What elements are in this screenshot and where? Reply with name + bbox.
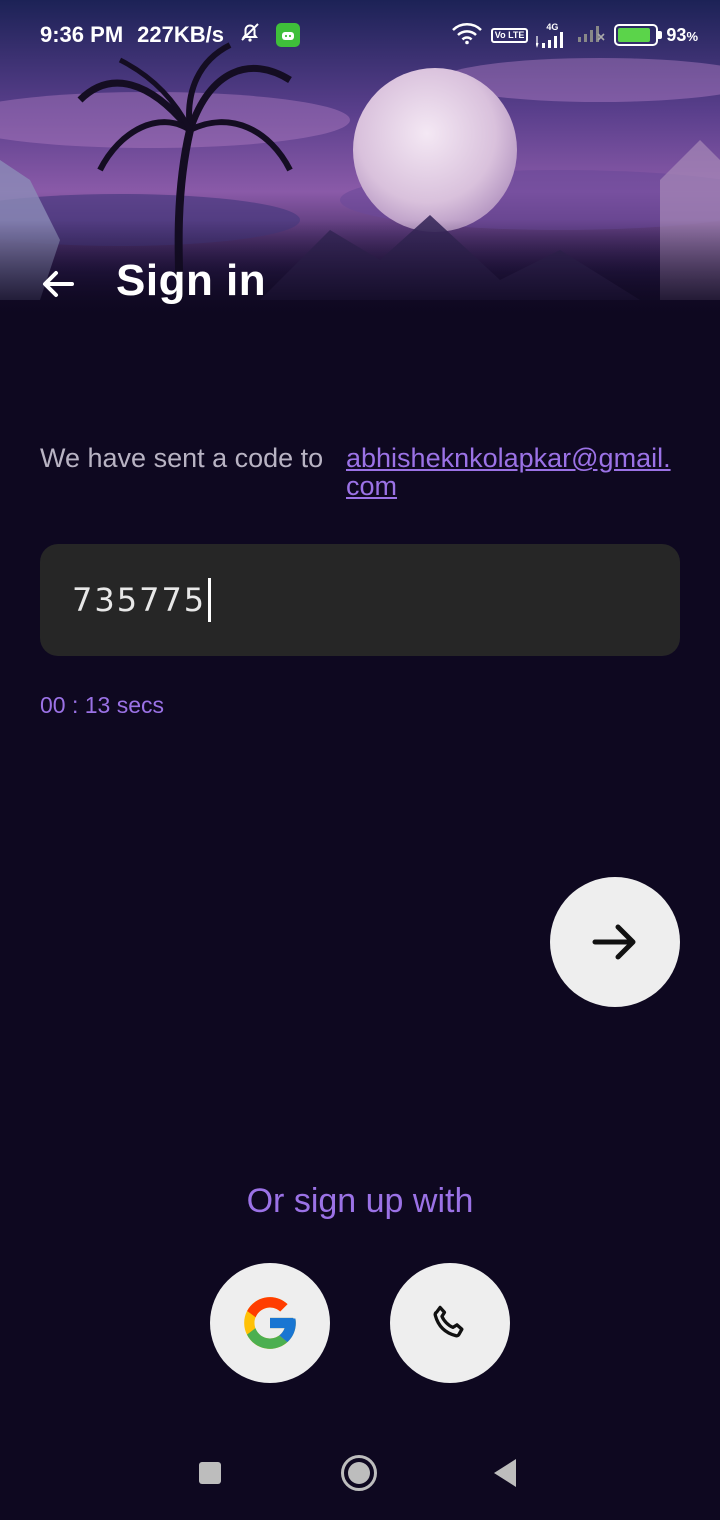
signal-4g-icon: 4G: [536, 22, 568, 48]
status-bar: 9:36 PM 227KB/s Vo LTE 4G 93%: [0, 0, 720, 70]
signal-no-service-icon: [576, 24, 606, 47]
back-button[interactable]: [34, 260, 82, 308]
volte-icon: Vo LTE: [490, 27, 529, 43]
status-time: 9:36 PM: [40, 22, 124, 47]
wifi-icon: [451, 21, 483, 50]
android-app-icon: [276, 23, 300, 47]
back-arrow-icon: [43, 271, 74, 297]
next-button[interactable]: [550, 877, 680, 1007]
message-prefix: We have sent a code to: [40, 443, 324, 473]
page-title: Sign in: [116, 256, 267, 305]
battery-percent: 93%: [666, 24, 698, 45]
code-sent-message: We have sent a code to abhisheknkolapkar…: [40, 444, 680, 500]
code-value: 735775: [72, 581, 207, 619]
battery-icon: [614, 24, 663, 46]
arrow-right-icon: [592, 924, 636, 960]
resend-timer: 00 : 13 secs: [40, 692, 165, 718]
email-link[interactable]: abhisheknkolapkar@gmail.com: [346, 444, 680, 500]
google-sign-up-button[interactable]: [210, 1263, 330, 1383]
verification-code-input[interactable]: 735775: [40, 544, 680, 656]
system-navigation-bar: [0, 1430, 720, 1520]
or-sign-up-label: Or sign up with: [246, 1182, 474, 1220]
network-speed: 227KB/s: [137, 22, 224, 47]
recent-apps-button[interactable]: [199, 1462, 221, 1484]
system-back-button[interactable]: [494, 1459, 516, 1487]
text-cursor: [208, 578, 212, 622]
phone-sign-up-button[interactable]: [390, 1263, 510, 1383]
google-icon: [244, 1297, 296, 1349]
phone-icon: [433, 1305, 464, 1338]
home-button[interactable]: [341, 1455, 377, 1491]
mute-bell-icon: [238, 20, 262, 50]
